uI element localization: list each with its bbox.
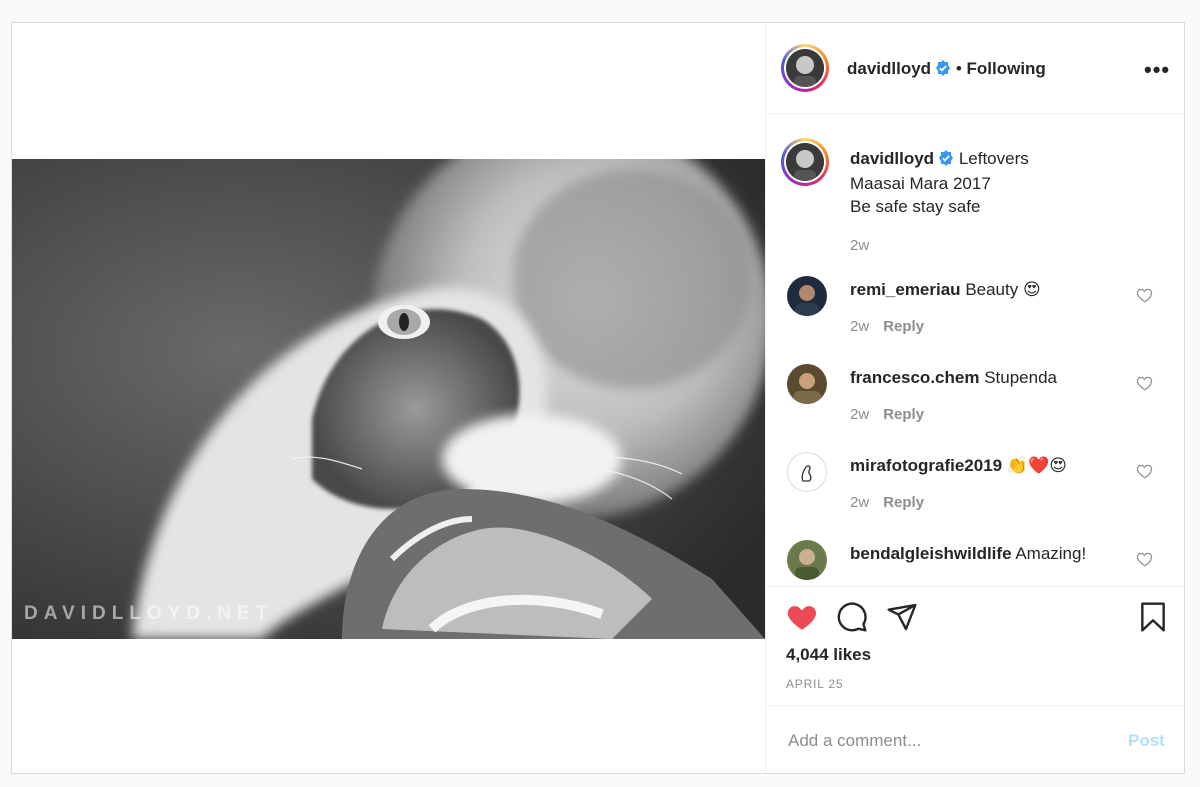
comment-time: 2w (850, 494, 870, 511)
heart-icon[interactable] (786, 601, 818, 638)
comment-body: Stupenda (984, 368, 1057, 387)
comment-text: mirafotografie2019 👏❤️😍 (850, 456, 1067, 476)
commenter-avatar[interactable] (787, 364, 827, 404)
post-caption: davidlloyd Leftovers Maasai Mara 2017 Be… (850, 147, 1029, 257)
post-photo[interactable]: DAVIDLLOYD.NET (12, 159, 765, 639)
caption-line-3: Be safe stay safe (850, 197, 981, 216)
verified-badge-icon (935, 60, 951, 81)
comment-text: francesco.chem Stupenda (850, 368, 1057, 388)
caption-line-1: Leftovers (958, 149, 1029, 168)
comment-username[interactable]: bendalgleishwildlife (850, 544, 1012, 563)
commenter-avatar[interactable] (787, 540, 827, 580)
comment-time: 2w (850, 406, 870, 423)
commenter-avatar[interactable] (787, 452, 827, 492)
add-comment-input[interactable] (786, 728, 1110, 754)
comment-text: bendalgleishwildlife Amazing! (850, 544, 1086, 564)
post-side-panel: davidlloyd • Following ••• davidlloyd Le… (765, 23, 1184, 773)
comment-like-icon[interactable] (1136, 374, 1154, 392)
comment-meta: 2w Reply (850, 494, 924, 511)
comment-item: francesco.chem Stupenda 2w Reply (766, 364, 1184, 452)
reply-button[interactable]: Reply (883, 318, 924, 335)
verified-badge-icon (938, 149, 954, 172)
author-username[interactable]: davidlloyd (847, 59, 931, 78)
header-separator: • (955, 59, 962, 78)
comment-body: Amazing! (1015, 544, 1087, 563)
reply-button[interactable]: Reply (883, 494, 924, 511)
comment-username[interactable]: mirafotografie2019 (850, 456, 1002, 475)
comment-body: Beauty 😍 (965, 280, 1041, 299)
more-options-icon[interactable]: ••• (1144, 57, 1170, 83)
author-avatar[interactable] (781, 44, 829, 92)
caption-username[interactable]: davidlloyd (850, 149, 934, 168)
add-comment-bar: Post (766, 705, 1184, 773)
comment-item: bendalgleishwildlife Amazing! (766, 540, 1184, 586)
comment-like-icon[interactable] (1136, 550, 1154, 568)
comment-username[interactable]: francesco.chem (850, 368, 979, 387)
share-icon[interactable] (886, 601, 918, 638)
comment-username[interactable]: remi_emeriau (850, 280, 961, 299)
comment-icon[interactable] (836, 601, 868, 638)
comment-time: 2w (850, 318, 870, 335)
comment-text: remi_emeriau Beauty 😍 (850, 280, 1041, 300)
caption-line-2: Maasai Mara 2017 (850, 174, 991, 193)
comment-like-icon[interactable] (1136, 462, 1154, 480)
header-title: davidlloyd • Following (847, 59, 1046, 81)
photo-watermark: DAVIDLLOYD.NET (24, 603, 274, 624)
comment-item: mirafotografie2019 👏❤️😍 2w Reply (766, 452, 1184, 540)
post-comment-button[interactable]: Post (1128, 731, 1165, 751)
comment-meta: 2w Reply (850, 406, 924, 423)
following-button[interactable]: Following (967, 59, 1046, 78)
post-date: APRIL 25 (786, 677, 844, 691)
post-header: davidlloyd • Following ••• (766, 23, 1184, 114)
post-card: DAVIDLLOYD.NET davidlloyd • Following ••… (11, 22, 1185, 774)
comment-meta: 2w Reply (850, 318, 924, 335)
comment-like-icon[interactable] (1136, 286, 1154, 304)
reply-button[interactable]: Reply (883, 406, 924, 423)
comment-body: 👏❤️😍 (1006, 456, 1067, 475)
post-actions: 4,044 likes APRIL 25 (766, 586, 1184, 706)
likes-count[interactable]: 4,044 likes (786, 645, 871, 665)
comments-list[interactable]: davidlloyd Leftovers Maasai Mara 2017 Be… (766, 114, 1184, 586)
lion-photo-illustration (12, 159, 765, 639)
post-media: DAVIDLLOYD.NET (12, 23, 765, 773)
caption-author-avatar[interactable] (781, 138, 829, 186)
commenter-avatar[interactable] (787, 276, 827, 316)
comment-item: remi_emeriau Beauty 😍 2w Reply (766, 276, 1184, 364)
caption-time: 2w (850, 237, 870, 254)
save-icon[interactable] (1138, 601, 1168, 638)
